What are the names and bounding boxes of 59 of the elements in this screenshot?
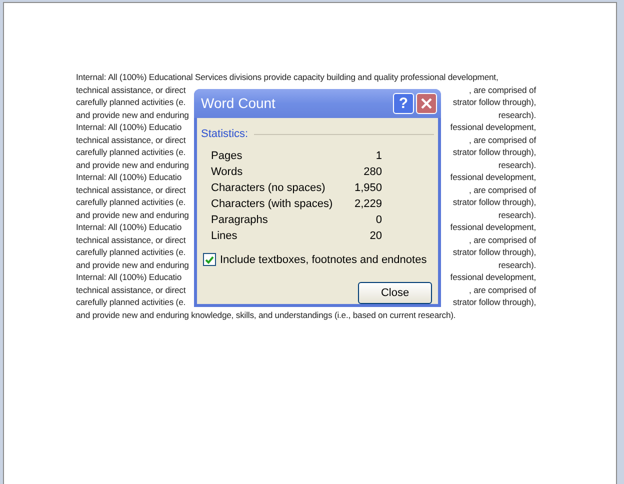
checkbox[interactable] xyxy=(203,253,216,266)
stat-value: 0 xyxy=(376,213,382,228)
close-dialog-button[interactable]: Close xyxy=(358,282,432,304)
checkmark-icon xyxy=(205,256,214,264)
text-fragment: strator follow through), xyxy=(452,296,536,308)
stat-value: 1,950 xyxy=(354,181,382,196)
section-heading: Statistics: xyxy=(201,127,248,142)
text-fragment: fessional development, xyxy=(450,221,536,234)
text-fragment: strator follow through), xyxy=(452,196,536,208)
help-button[interactable]: ? xyxy=(393,93,414,114)
stat-value: 280 xyxy=(364,165,382,180)
text-fragment: and provide new and enduring xyxy=(76,258,189,271)
checkbox-label: Include textboxes, footnotes and endnotes xyxy=(220,252,427,268)
text-fragment: technical assistance, or direct xyxy=(76,134,186,146)
text-fragment: and provide new and enduring xyxy=(76,208,189,221)
text-fragment: technical assistance, or direct xyxy=(76,234,186,246)
text-fragment: strator follow through), xyxy=(452,246,536,258)
text-fragment: carefully planned activities (e. xyxy=(76,196,186,208)
text-fragment: carefully planned activities (e. xyxy=(76,96,186,108)
text-fragment: and provide new and enduring xyxy=(76,158,189,171)
text-fragment: , are comprised of xyxy=(469,84,536,96)
stat-value: 2,229 xyxy=(354,197,382,212)
stat-label: Characters (no spaces) xyxy=(211,181,326,196)
stat-label: Words xyxy=(211,165,243,180)
text-fragment: , are comprised of xyxy=(469,134,536,146)
text-fragment: Internal: All (100%) Educatio xyxy=(76,121,182,134)
text-fragment: strator follow through), xyxy=(452,146,536,158)
stat-label: Paragraphs xyxy=(211,213,268,228)
stat-label: Pages xyxy=(211,149,242,164)
stat-value: 1 xyxy=(376,149,382,164)
text-fragment: research). xyxy=(498,208,536,221)
text-fragment: Internal: All (100%) Educatio xyxy=(76,271,182,284)
stat-value: 20 xyxy=(370,229,382,244)
close-button[interactable] xyxy=(416,93,437,114)
text-fragment: and provide new and enduring xyxy=(76,108,189,121)
text-fragment: fessional development, xyxy=(450,121,536,134)
stat-label: Lines xyxy=(211,229,238,244)
text-fragment: Internal: All (100%) Educatio xyxy=(76,221,182,234)
text-fragment: carefully planned activities (e. xyxy=(76,146,186,158)
text-fragment: fessional development, xyxy=(450,171,536,184)
window-title: Word Count xyxy=(201,94,276,113)
text-fragment: technical assistance, or direct xyxy=(76,284,186,296)
text-fragment: carefully planned activities (e. xyxy=(76,296,186,308)
text-fragment: fessional development, xyxy=(450,271,536,284)
text-fragment: research). xyxy=(498,108,536,121)
close-icon xyxy=(421,98,432,109)
text-fragment: research). xyxy=(498,258,536,271)
text-line: Internal: All (100%) Educational Services divisions provide capacity building and quality professional development, xyxy=(76,71,498,84)
stat-label: Characters (with spaces) xyxy=(211,197,333,212)
text-fragment: technical assistance, or direct xyxy=(76,84,186,96)
text-fragment: , are comprised of xyxy=(469,234,536,246)
text-fragment: technical assistance, or direct xyxy=(76,184,186,196)
text-fragment: , are comprised of xyxy=(469,184,536,196)
text-fragment: , are comprised of xyxy=(469,284,536,296)
text-fragment: carefully planned activities (e. xyxy=(76,246,186,258)
text-fragment: Internal: All (100%) Educatio xyxy=(76,171,182,184)
text-fragment: research). xyxy=(498,158,536,171)
text-line: and provide new and enduring knowledge, skills, and understandings (i.e., based on current research). xyxy=(76,308,456,321)
text-fragment: strator follow through), xyxy=(452,96,536,108)
